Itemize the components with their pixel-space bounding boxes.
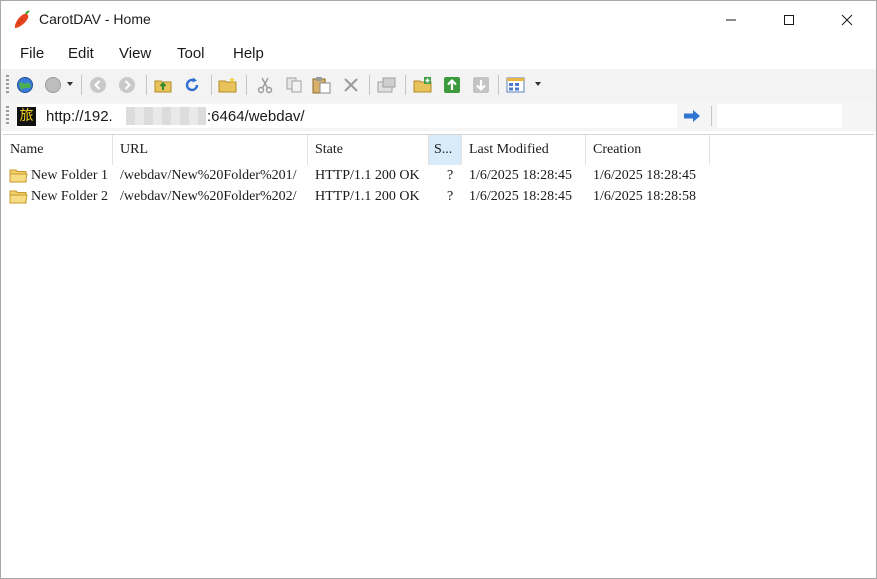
cell-state: HTTP/1.1 200 OK bbox=[315, 168, 420, 183]
menu-edit[interactable]: Edit bbox=[68, 45, 94, 62]
folder-icon bbox=[9, 168, 28, 183]
cell-name: New Folder 2 bbox=[31, 189, 108, 204]
toolbar-separator bbox=[369, 75, 370, 95]
cell-state: HTTP/1.1 200 OK bbox=[315, 189, 420, 204]
cell-name: New Folder 1 bbox=[31, 168, 108, 183]
column-header-size[interactable]: S... bbox=[429, 135, 462, 165]
disconnect-globe-icon[interactable] bbox=[43, 75, 63, 95]
toolbar bbox=[1, 69, 876, 101]
cell-modified: 1/6/2025 18:28:45 bbox=[469, 189, 573, 204]
refresh-icon[interactable] bbox=[182, 75, 202, 95]
address-url-suffix: :6464/webdav/ bbox=[207, 108, 305, 125]
column-header-name[interactable]: Name bbox=[3, 135, 113, 165]
column-header-state[interactable]: State bbox=[308, 135, 429, 165]
cell-creation: 1/6/2025 18:28:58 bbox=[593, 189, 697, 204]
title-bar: CarotDAV - Home bbox=[1, 1, 876, 39]
list-item[interactable]: New Folder 2 /webdav/New%20Folder%202/ H… bbox=[3, 186, 874, 207]
column-header-last-modified[interactable]: Last Modified bbox=[462, 135, 586, 165]
cell-size: ? bbox=[447, 189, 454, 204]
up-folder-icon[interactable] bbox=[153, 75, 173, 95]
upload-arrow-icon[interactable] bbox=[442, 75, 462, 95]
address-grip[interactable] bbox=[6, 106, 9, 126]
cell-url: /webdav/New%20Folder%201/ bbox=[120, 168, 297, 183]
forward-icon[interactable] bbox=[117, 75, 137, 95]
menu-bar: File Edit View Tool Help bbox=[1, 39, 876, 69]
carrot-app-icon bbox=[11, 9, 33, 31]
redacted-host bbox=[126, 107, 206, 125]
menu-help[interactable]: Help bbox=[233, 45, 264, 62]
new-folder-icon[interactable] bbox=[218, 75, 238, 95]
column-header-url[interactable]: URL bbox=[113, 135, 308, 165]
connect-globe-icon[interactable] bbox=[15, 75, 35, 95]
list-header: Name URL State S... Last Modified Creati… bbox=[3, 135, 874, 165]
folder-icon bbox=[9, 189, 28, 204]
list-item[interactable]: New Folder 1 /webdav/New%20Folder%201/ H… bbox=[3, 165, 874, 186]
address-url-prefix: http://192. bbox=[46, 108, 113, 125]
back-icon[interactable] bbox=[88, 75, 108, 95]
toolbar-separator bbox=[246, 75, 247, 95]
menu-file[interactable]: File bbox=[20, 45, 44, 62]
minimize-button[interactable] bbox=[702, 1, 760, 39]
toolbar-separator bbox=[498, 75, 499, 95]
chevron-down-icon[interactable] bbox=[535, 82, 541, 86]
chevron-down-icon[interactable] bbox=[67, 82, 73, 86]
menu-tool[interactable]: Tool bbox=[177, 45, 205, 62]
favorite-site-icon: 旅 bbox=[17, 107, 36, 126]
go-arrow-icon[interactable] bbox=[681, 107, 703, 125]
paste-icon[interactable] bbox=[312, 75, 332, 95]
toolbar-grip[interactable] bbox=[6, 75, 9, 95]
cell-url: /webdav/New%20Folder%202/ bbox=[120, 189, 297, 204]
view-mode-icon[interactable] bbox=[506, 75, 526, 95]
address-bar: 旅 http://192. :6464/webdav/ bbox=[1, 101, 876, 131]
address-separator bbox=[711, 106, 712, 126]
column-header-creation[interactable]: Creation bbox=[586, 135, 710, 165]
cell-creation: 1/6/2025 18:28:45 bbox=[593, 168, 697, 183]
file-list[interactable]: Name URL State S... Last Modified Creati… bbox=[3, 134, 874, 577]
app-window: CarotDAV - Home File Edit View Tool Help bbox=[0, 0, 877, 579]
download-arrow-icon[interactable] bbox=[471, 75, 491, 95]
menu-view[interactable]: View bbox=[119, 45, 151, 62]
copy-icon[interactable] bbox=[284, 75, 304, 95]
close-button[interactable] bbox=[818, 1, 876, 39]
properties-icon[interactable] bbox=[377, 75, 397, 95]
address-input[interactable]: 旅 http://192. :6464/webdav/ bbox=[16, 104, 677, 128]
upload-icon[interactable] bbox=[413, 75, 433, 95]
maximize-button[interactable] bbox=[760, 1, 818, 39]
toolbar-separator bbox=[146, 75, 147, 95]
toolbar-separator bbox=[405, 75, 406, 95]
window-title: CarotDAV - Home bbox=[39, 11, 151, 27]
cell-size: ? bbox=[447, 168, 454, 183]
delete-icon[interactable] bbox=[341, 75, 361, 95]
cut-icon[interactable] bbox=[255, 75, 275, 95]
toolbar-separator bbox=[211, 75, 212, 95]
secondary-input[interactable] bbox=[717, 104, 842, 128]
cell-modified: 1/6/2025 18:28:45 bbox=[469, 168, 573, 183]
toolbar-separator bbox=[81, 75, 82, 95]
